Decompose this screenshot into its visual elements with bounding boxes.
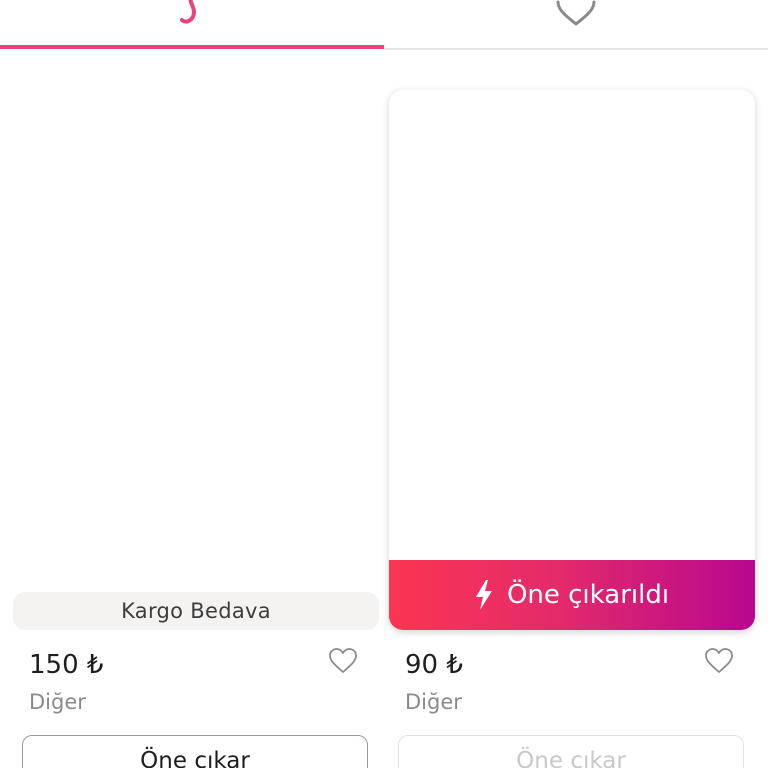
heart-icon bbox=[556, 0, 596, 26]
favorite-heart-icon[interactable] bbox=[705, 648, 733, 674]
product-image[interactable] bbox=[13, 90, 379, 630]
lightning-icon bbox=[475, 580, 492, 610]
tab-divider bbox=[384, 48, 768, 50]
hanger-icon bbox=[180, 0, 197, 24]
favorite-heart-icon[interactable] bbox=[329, 648, 357, 674]
tab-bar bbox=[0, 0, 768, 50]
promote-button[interactable]: Öne çıkar bbox=[22, 735, 368, 768]
product-image[interactable]: Öne çıkarıldı bbox=[389, 90, 755, 630]
free-shipping-badge: Kargo Bedava bbox=[13, 592, 379, 630]
product-price: 150 ₺ bbox=[29, 650, 104, 680]
tab-favorites[interactable] bbox=[384, 0, 768, 50]
product-price: 90 ₺ bbox=[405, 650, 463, 680]
featured-label: Öne çıkarıldı bbox=[506, 580, 670, 610]
tab-active-indicator bbox=[0, 45, 384, 49]
featured-banner: Öne çıkarıldı bbox=[389, 560, 755, 630]
tab-listings[interactable] bbox=[0, 0, 384, 50]
product-category: Diğer bbox=[405, 690, 462, 714]
product-category: Diğer bbox=[29, 690, 86, 714]
page: Kargo Bedava 150 ₺ Diğer Öne çıkar Öne ç… bbox=[0, 0, 768, 768]
promote-button[interactable]: Öne çıkar bbox=[398, 735, 744, 768]
